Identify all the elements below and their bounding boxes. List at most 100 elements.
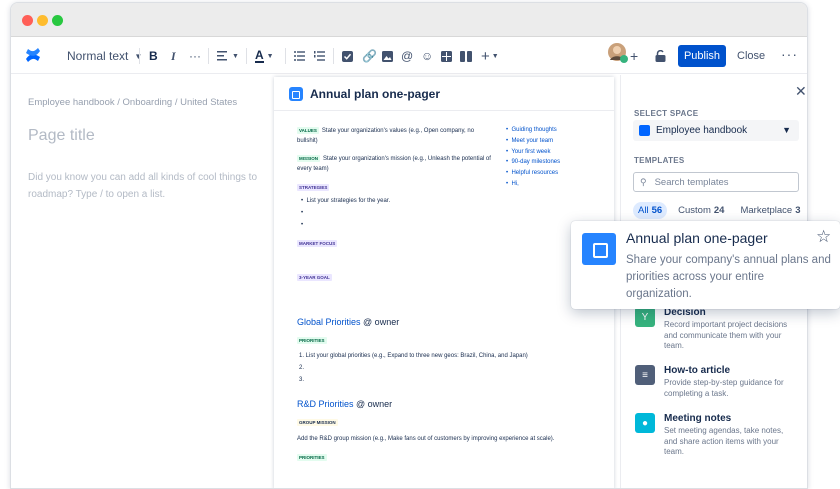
rd-mission-text: Add the R&D group mission (e.g., Make fa… bbox=[297, 436, 555, 442]
search-icon: ⚲ bbox=[640, 176, 647, 187]
bullet-list-icon bbox=[294, 51, 305, 61]
link-button[interactable]: 🔗 bbox=[362, 47, 377, 65]
filter-count: 3 bbox=[795, 205, 801, 216]
action-item-button[interactable] bbox=[342, 47, 353, 65]
plus-icon: + bbox=[481, 47, 490, 65]
chevron-down-icon: ▼ bbox=[782, 125, 791, 135]
strategies-row: STRATEGIES bbox=[297, 183, 332, 193]
values-text: State your organization's values (e.g., … bbox=[297, 128, 475, 144]
templates-label: TEMPLATES bbox=[634, 156, 685, 165]
list-item[interactable]: • Guiding thoughts bbox=[506, 125, 560, 136]
rd-priorities-heading: R&D Priorities @ owner bbox=[297, 399, 392, 409]
list-icon: ≡ bbox=[635, 365, 655, 385]
goal-row: 3-YEAR GOAL bbox=[297, 273, 335, 283]
filter-marketplace[interactable]: Marketplace 3 bbox=[735, 202, 805, 219]
link-icon: 🔗 bbox=[362, 49, 377, 63]
text-color-icon: A bbox=[255, 47, 264, 63]
invite-button[interactable]: + bbox=[630, 47, 638, 65]
more-formatting-button[interactable]: ··· bbox=[189, 47, 201, 65]
numbered-list-button[interactable] bbox=[314, 47, 325, 65]
text-color-dropdown[interactable]: A ▼ bbox=[255, 47, 274, 65]
collaborator-avatar[interactable] bbox=[607, 43, 629, 63]
italic-button[interactable]: I bbox=[171, 47, 176, 65]
editor-hint[interactable]: Did you know you can add all kinds of co… bbox=[28, 169, 290, 203]
strategy-item-text: List your strategies for the year. bbox=[306, 198, 391, 204]
priorities-tag: PRIORITIES bbox=[297, 336, 327, 344]
more-actions-button[interactable]: ··· bbox=[781, 46, 798, 62]
template-decision[interactable]: Y Decision Record important project deci… bbox=[635, 307, 792, 352]
template-meeting-notes[interactable]: ● Meeting notes Set meeting agendas, tak… bbox=[635, 413, 792, 458]
template-name: How-to article bbox=[664, 365, 731, 376]
list-item: 1. List your global priorities (e.g., Ex… bbox=[299, 353, 528, 359]
people-icon: ● bbox=[635, 413, 655, 433]
page-title-input[interactable]: Page title bbox=[28, 127, 95, 145]
bold-button[interactable]: B bbox=[149, 47, 158, 65]
template-popover[interactable]: Annual plan one-pager Share your company… bbox=[571, 221, 840, 309]
layout-icon bbox=[460, 50, 472, 62]
search-templates-input[interactable]: ⚲ Search templates bbox=[633, 172, 799, 192]
numbered-list-icon bbox=[314, 51, 325, 61]
align-icon bbox=[217, 51, 227, 61]
select-space-label: SELECT SPACE bbox=[634, 109, 699, 118]
confluence-logo-icon[interactable] bbox=[25, 46, 41, 64]
link-text: Helpful resources bbox=[511, 170, 559, 177]
list-item[interactable]: • Helpful resources bbox=[506, 168, 560, 179]
decision-icon: Y bbox=[635, 307, 655, 327]
text-style-dropdown[interactable]: Normal text▼ bbox=[67, 47, 142, 65]
star-icon[interactable]: ☆ bbox=[816, 227, 831, 247]
table-icon bbox=[441, 50, 452, 62]
link-text: Hi, bbox=[511, 180, 519, 187]
list-item: • List your strategies for the year. bbox=[301, 198, 391, 204]
bullet-list-button[interactable] bbox=[294, 47, 305, 65]
template-name: Meeting notes bbox=[664, 413, 732, 424]
list-item: • bbox=[301, 210, 304, 216]
template-desc: Provide step-by-step guidance for comple… bbox=[664, 378, 784, 398]
close-window-button[interactable] bbox=[22, 15, 33, 26]
close-icon[interactable]: ✕ bbox=[795, 83, 807, 100]
preview-header: Annual plan one-pager bbox=[274, 77, 614, 111]
editor-toolbar: Normal text▼ B I ··· ▼ A▼ 🔗 @ ☺ bbox=[11, 38, 807, 74]
filter-all[interactable]: All 56 bbox=[633, 202, 668, 219]
annual-plan-icon bbox=[289, 86, 303, 101]
rd-heading-text: R&D Priorities bbox=[297, 399, 354, 409]
market-focus-row: MARKET FOCUS bbox=[297, 239, 340, 249]
insert-dropdown[interactable]: + ▼ bbox=[481, 47, 499, 65]
filter-custom[interactable]: Custom 24 bbox=[673, 202, 729, 219]
table-button[interactable] bbox=[441, 47, 452, 65]
space-select[interactable]: Employee handbook ▼ bbox=[633, 120, 799, 141]
text-style-label: Normal text bbox=[67, 49, 129, 63]
list-item[interactable]: • Your first week bbox=[506, 147, 560, 158]
filter-label: Marketplace bbox=[740, 205, 793, 216]
template-how-to[interactable]: ≡ How-to article Provide step-by-step gu… bbox=[635, 365, 792, 399]
market-focus-tag: MARKET FOCUS bbox=[297, 239, 338, 247]
template-preview: Annual plan one-pager VALUES State your o… bbox=[274, 77, 614, 488]
values-row: VALUES State your organization's values (… bbox=[297, 126, 492, 146]
restrictions-button[interactable] bbox=[655, 47, 666, 65]
unlock-icon bbox=[655, 50, 666, 62]
alignment-dropdown[interactable]: ▼ bbox=[217, 47, 239, 65]
list-item: 3. bbox=[299, 377, 305, 383]
list-item[interactable]: • Meet your team bbox=[506, 136, 560, 147]
group-mission-row: GROUP MISSION bbox=[297, 418, 341, 428]
maximize-window-button[interactable] bbox=[52, 15, 63, 26]
divider bbox=[285, 48, 286, 64]
chevron-down-icon: ▼ bbox=[491, 52, 499, 60]
publish-button[interactable]: Publish bbox=[678, 45, 726, 67]
filter-count: 24 bbox=[713, 205, 725, 216]
list-item[interactable]: • 90-day milestones bbox=[506, 157, 560, 168]
image-button[interactable] bbox=[382, 47, 393, 65]
close-button[interactable]: Close bbox=[737, 50, 765, 62]
layout-button[interactable] bbox=[460, 47, 472, 65]
filter-count: 56 bbox=[651, 205, 663, 216]
avatar bbox=[608, 43, 628, 63]
mention-button[interactable]: @ bbox=[401, 47, 413, 65]
minimize-window-button[interactable] bbox=[37, 15, 48, 26]
divider bbox=[139, 48, 140, 64]
link-text: Meet your team bbox=[511, 137, 554, 144]
emoji-button[interactable]: ☺ bbox=[421, 47, 433, 65]
divider bbox=[333, 48, 334, 64]
breadcrumb[interactable]: Employee handbook / Onboarding / United … bbox=[28, 97, 237, 108]
checkbox-icon bbox=[342, 50, 353, 62]
space-select-value: Employee handbook bbox=[656, 125, 748, 136]
list-item[interactable]: • Hi, bbox=[506, 179, 560, 190]
